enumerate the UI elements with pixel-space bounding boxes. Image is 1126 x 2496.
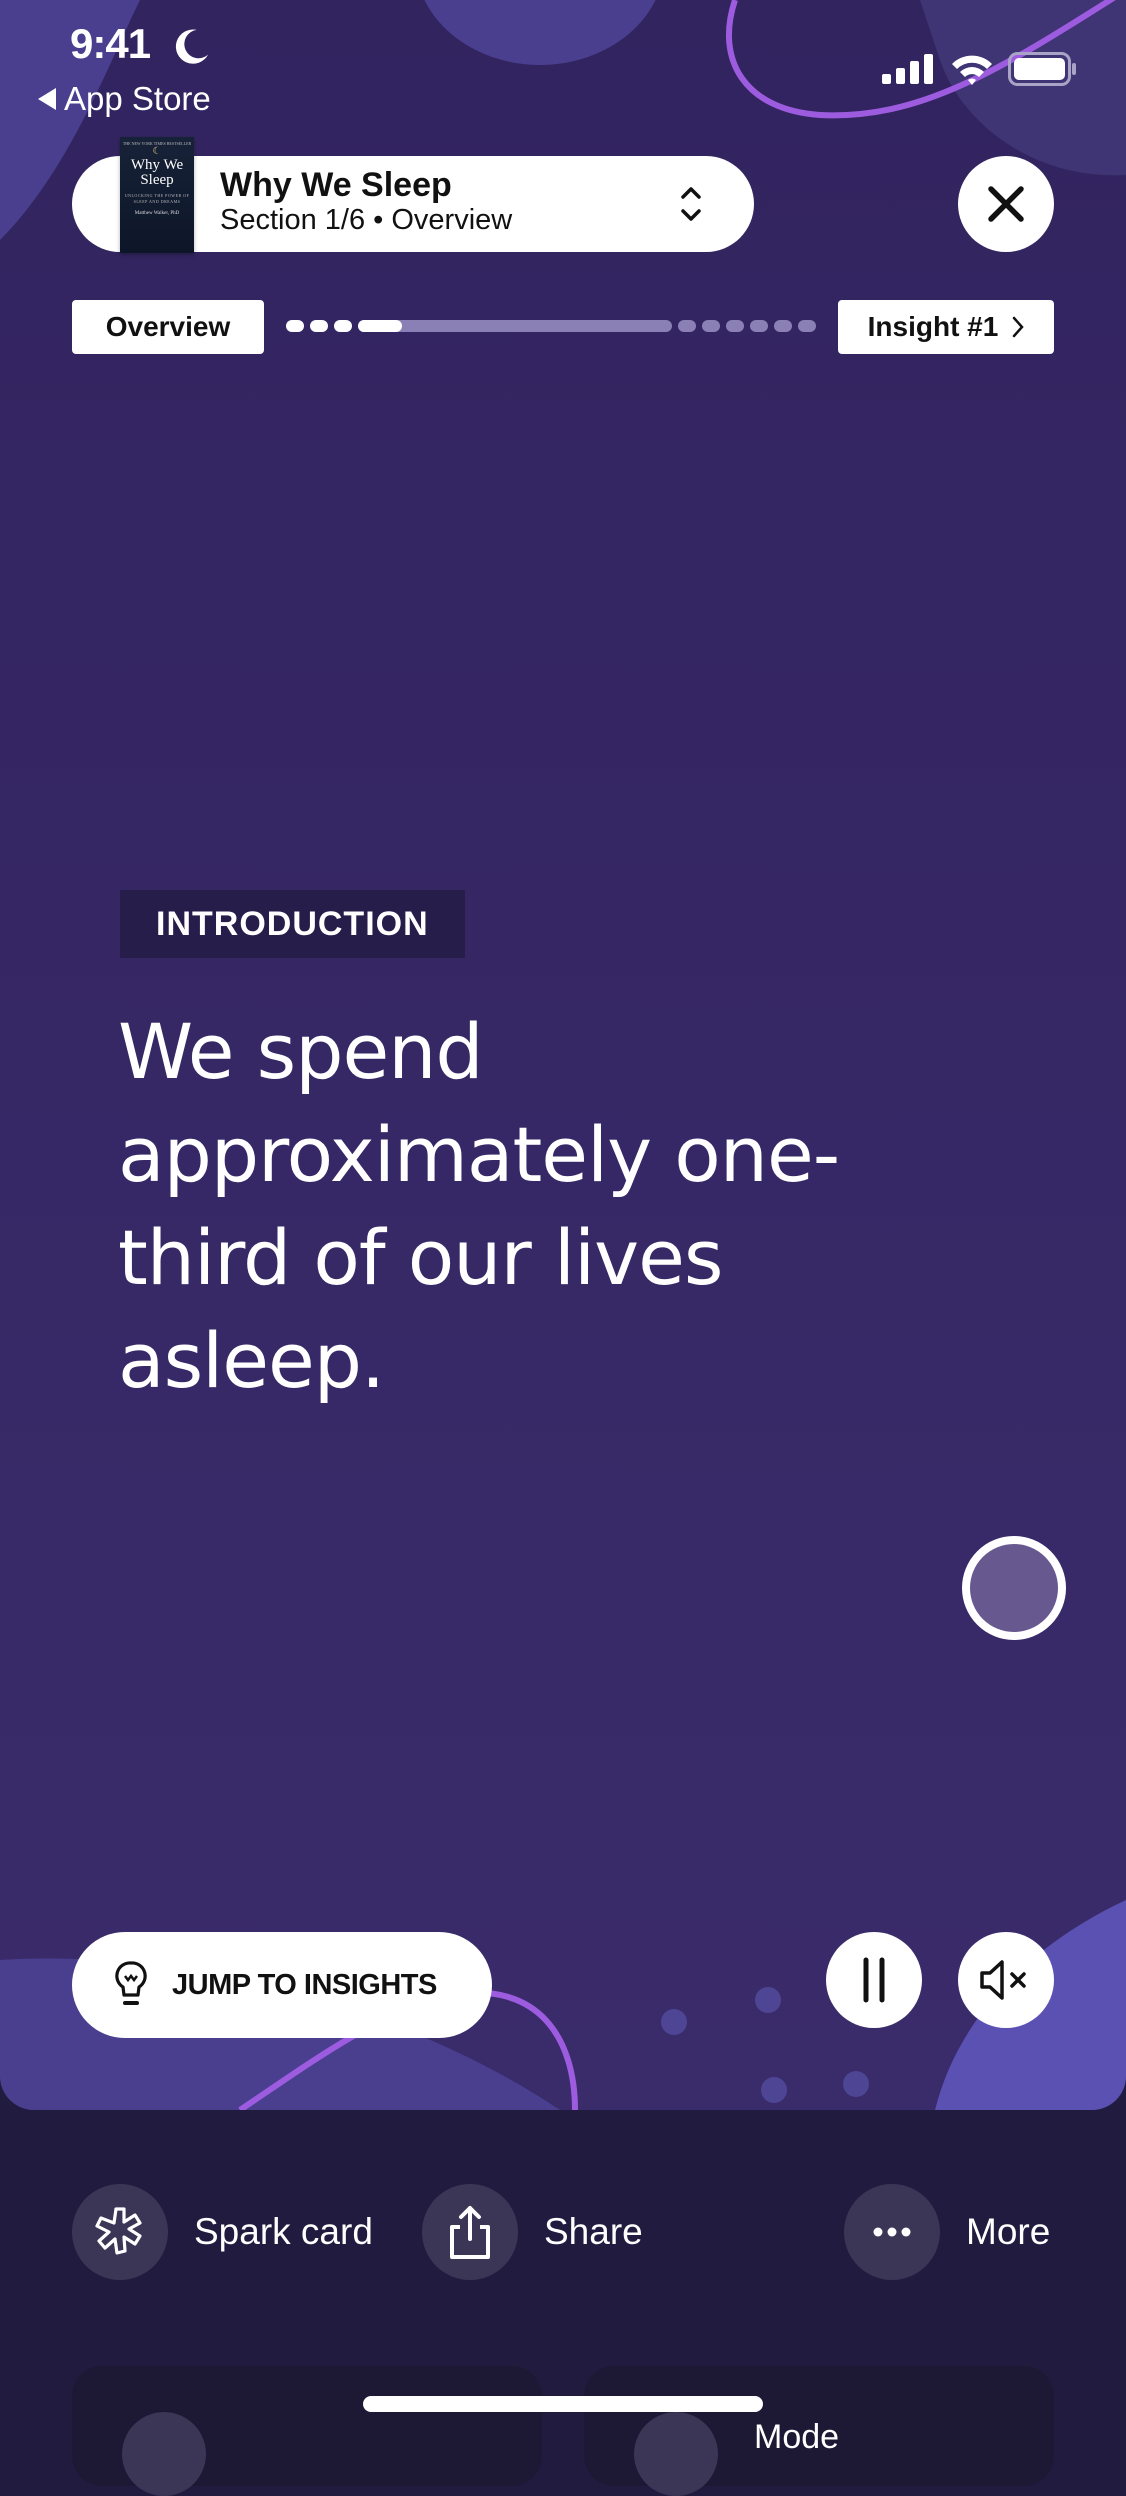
back-arrow-icon [38,88,56,110]
more-button[interactable] [844,2184,940,2280]
story-stage: 9:41 App Store THE NEW YORK TIMES BESTSE… [0,0,1126,2110]
book-title: Why We Sleep [220,166,452,204]
spark-card-button[interactable] [72,2184,168,2280]
progress-dot-remaining [726,320,744,332]
share-icon [450,2206,490,2259]
insight-headline: We spend approximately one-third of our … [118,1007,840,1405]
chevron-right-icon [1013,316,1025,338]
mode-icon [634,2412,718,2496]
mode-card[interactable]: Mode [584,2366,1054,2496]
cover-title-line2: Sleep [140,172,174,188]
story-progress-bar [286,318,816,334]
spark-icon [95,2207,142,2255]
lightbulb-icon [115,1961,147,2005]
progress-segment-current [358,320,672,332]
status-time: 9:41 [70,20,151,67]
cover-subtitle: UNLOCKING THE POWER OF SLEEP AND DREAMS [124,193,190,204]
progress-dot-remaining [702,320,720,332]
pause-icon [863,1957,885,2003]
section-info: Section 1/6 • Overview [220,204,513,236]
cover-author: Matthew Walker, PhD [134,211,180,216]
cellular-signal-icon [882,54,933,84]
moon-icon [175,29,209,64]
bubble [761,2077,787,2103]
back-link-label: App Store [64,80,211,117]
chevron-up-down-icon[interactable] [676,182,706,226]
more-action[interactable]: More [844,2184,1050,2280]
battery-icon [1008,52,1076,86]
record-icon[interactable] [962,1536,1066,1640]
close-icon [988,186,1024,222]
share-action[interactable]: Share [422,2184,643,2280]
option-card[interactable] [72,2366,542,2496]
share-label: Share [544,2211,643,2252]
spark-card-action[interactable]: Spark card [72,2184,373,2280]
progress-dot-remaining [750,320,768,332]
speaker-muted-icon [980,1960,1026,2000]
bubble [755,1987,781,2013]
book-cover-image: THE NEW YORK TIMES BESTSELLER ☾ Why We S… [120,137,194,253]
wifi-icon [952,55,992,85]
progress-dot-remaining [774,320,792,332]
progress-dot-completed [310,320,328,332]
progress-dot-remaining [678,320,696,332]
bubble [661,2009,687,2035]
jump-to-insights-button[interactable]: JUMP TO INSIGHTS [72,1932,492,2038]
progress-segment-fill [358,320,402,332]
back-to-app-store-link[interactable]: App Store [38,80,211,118]
section-tag: INTRODUCTION [120,890,465,958]
next-section-label: Insight #1 [867,311,999,342]
ellipsis-icon [873,2227,911,2237]
mode-label: Mode [754,2418,840,2456]
previous-section-label: Overview [105,311,231,342]
jump-to-insights-label: JUMP TO INSIGHTS [172,1968,437,2001]
mute-button[interactable] [958,1932,1054,2028]
close-button[interactable] [958,156,1054,252]
bubble [843,2071,869,2097]
blob-top-center [424,0,656,65]
progress-dot-completed [334,320,352,332]
home-indicator[interactable] [363,2396,763,2412]
progress-dot-remaining [798,320,816,332]
status-icons [882,52,1078,86]
next-section-button[interactable]: Insight #1 [838,300,1054,354]
spark-card-label: Spark card [194,2211,373,2252]
more-label: More [966,2211,1051,2252]
card-icon [122,2412,206,2496]
progress-dot-completed [286,320,304,332]
share-button[interactable] [422,2184,518,2280]
previous-section-button[interactable]: Overview [72,300,264,354]
cover-title-line1: Why We [130,157,184,173]
pause-button[interactable] [826,1932,922,2028]
